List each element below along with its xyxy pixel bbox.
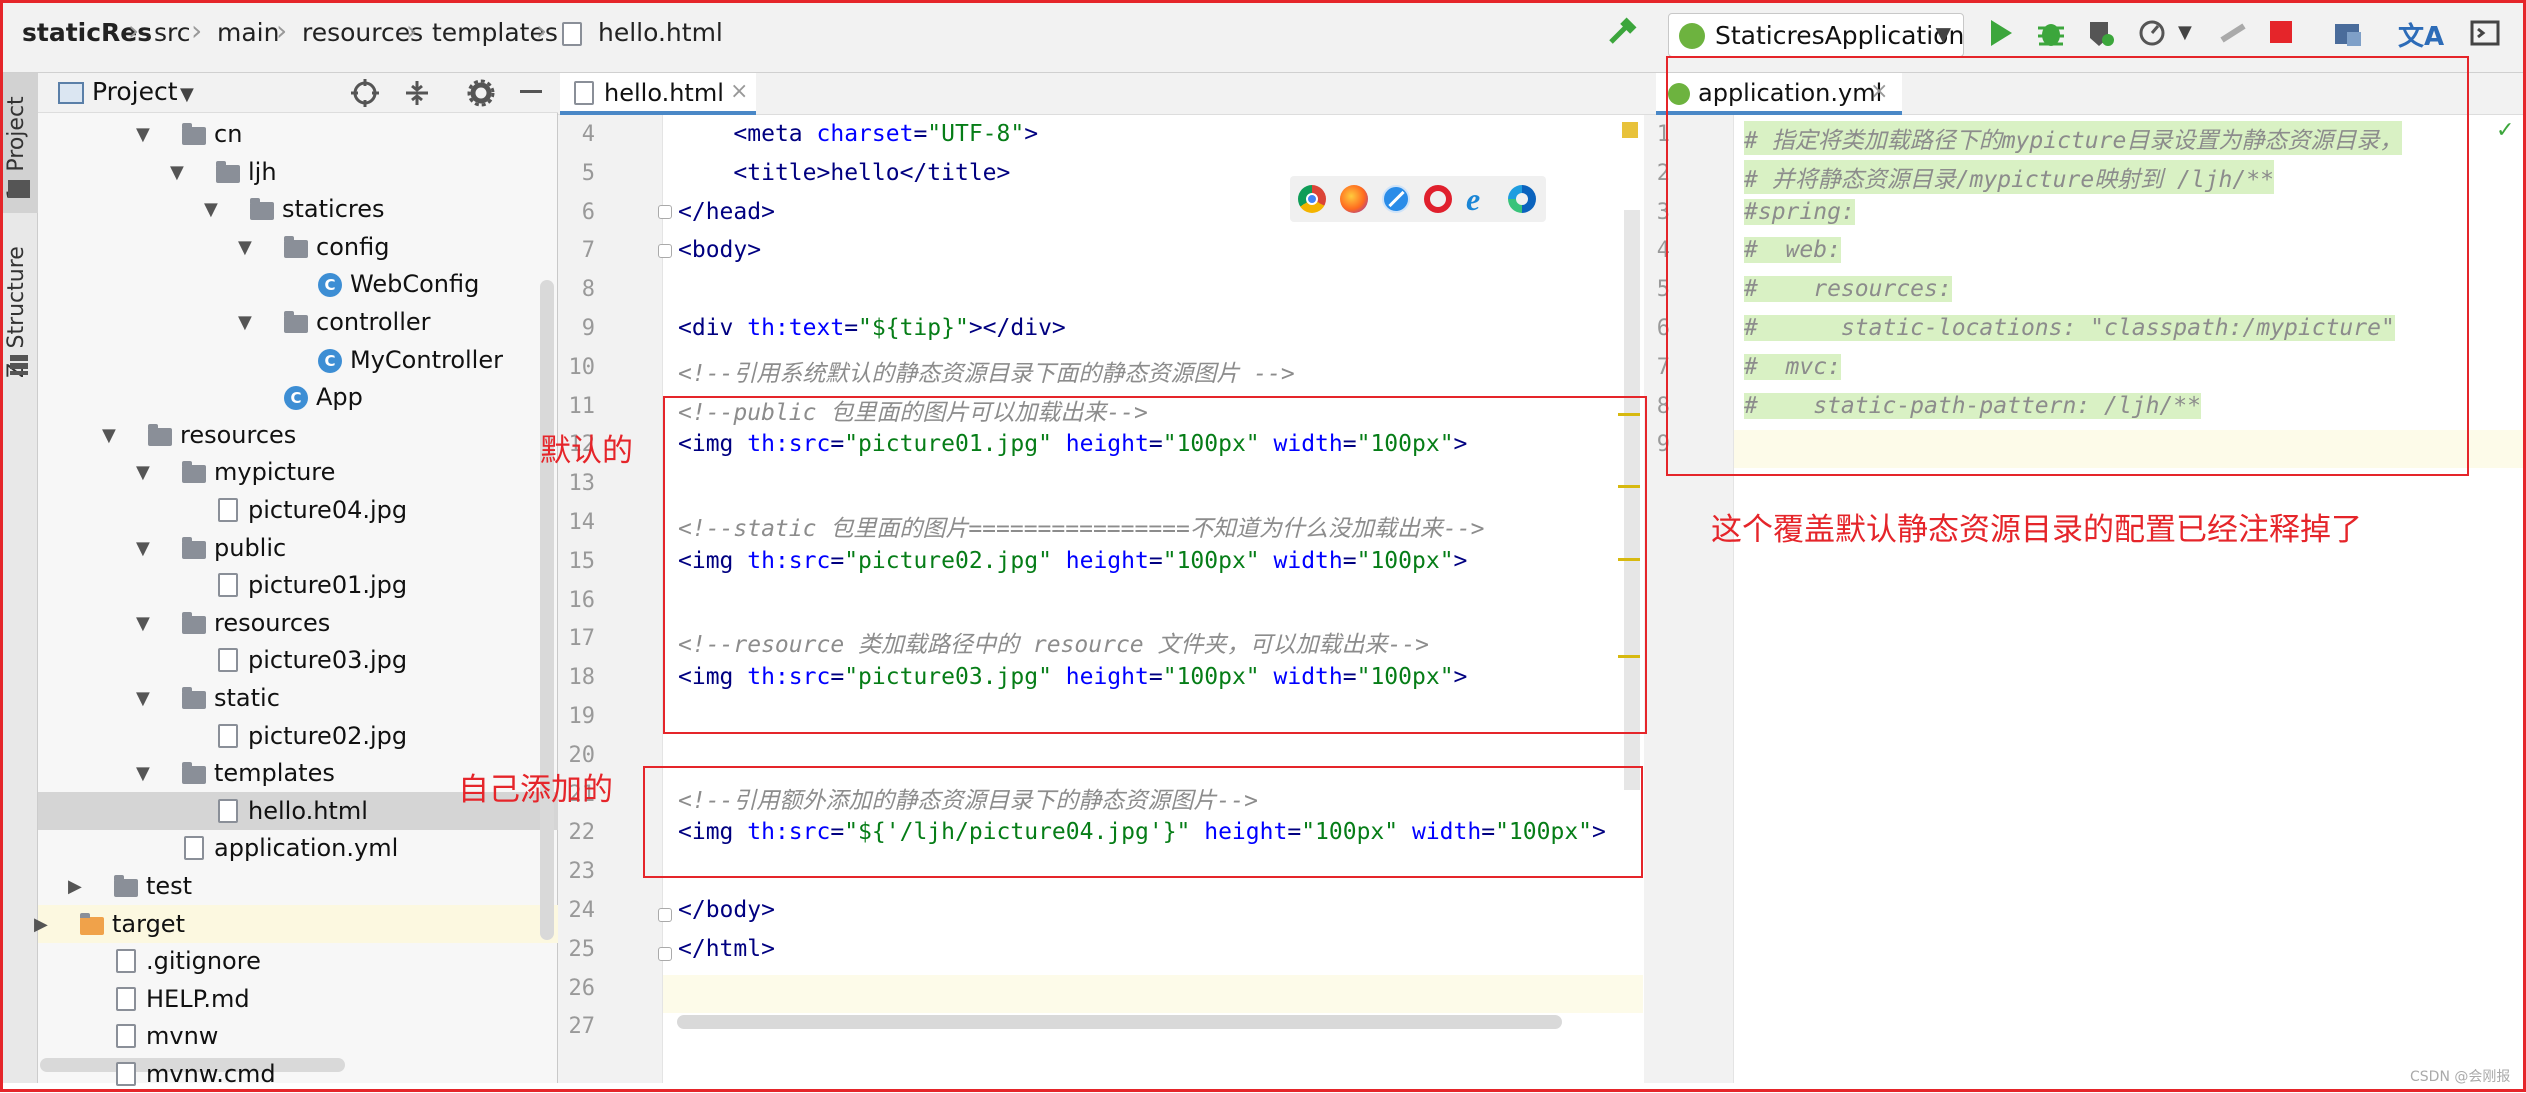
screenshot-border [0, 0, 2526, 1092]
watermark: CSDN @会刚报 [2410, 1069, 2511, 1085]
